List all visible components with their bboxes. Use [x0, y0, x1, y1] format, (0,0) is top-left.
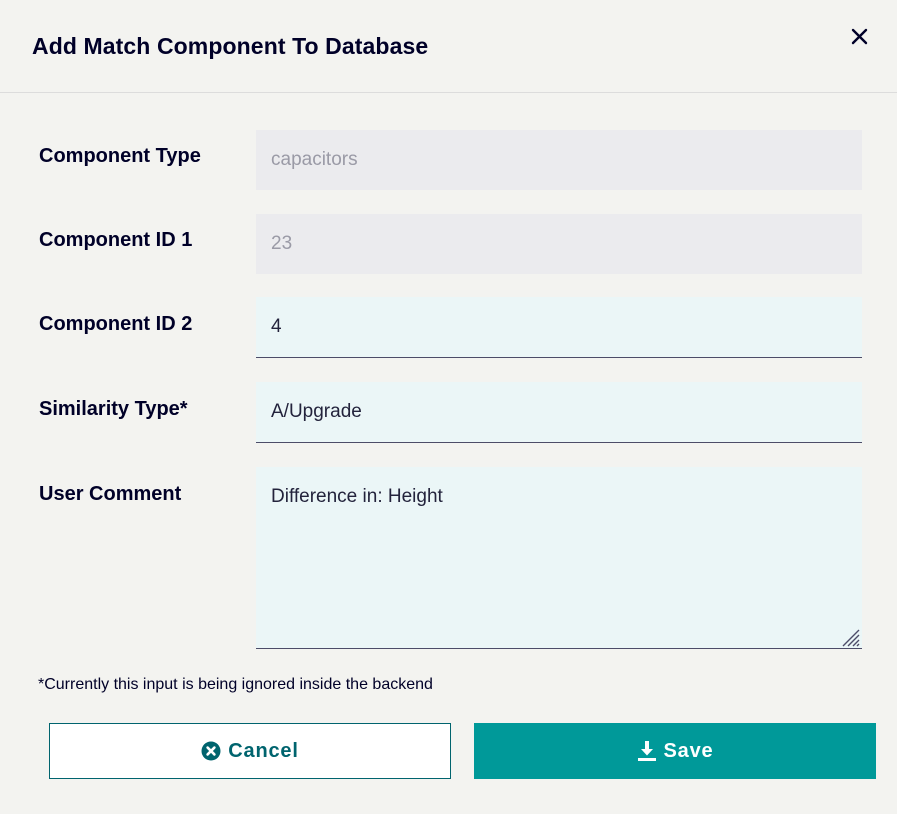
save-button-label: Save [663, 739, 714, 762]
backend-note: *Currently this input is being ignored i… [38, 676, 433, 693]
component-id-1-label: Component ID 1 [39, 229, 193, 251]
resize-grip-icon[interactable] [838, 625, 860, 647]
dialog-header: Add Match Component To Database [0, 0, 897, 93]
similarity-type-label: Similarity Type* [39, 398, 188, 420]
close-button[interactable] [845, 22, 875, 52]
similarity-type-field[interactable] [256, 382, 862, 443]
component-id-2-field[interactable] [256, 297, 862, 358]
dialog-title: Add Match Component To Database [32, 33, 429, 59]
user-comment-label: User Comment [39, 483, 182, 505]
close-icon [851, 28, 868, 45]
cancel-button-label: Cancel [228, 739, 299, 762]
user-comment-field[interactable]: Difference in: Height [256, 467, 862, 649]
cancel-button[interactable]: Cancel [49, 723, 451, 779]
save-button[interactable]: Save [474, 723, 876, 779]
download-icon [637, 740, 657, 762]
cancel-circle-icon [201, 741, 221, 761]
component-type-label: Component Type [39, 145, 201, 167]
component-id-1-field[interactable] [256, 214, 862, 274]
component-type-field[interactable] [256, 130, 862, 190]
add-match-dialog: Add Match Component To Database Componen… [0, 0, 897, 814]
component-id-2-label: Component ID 2 [39, 313, 193, 335]
